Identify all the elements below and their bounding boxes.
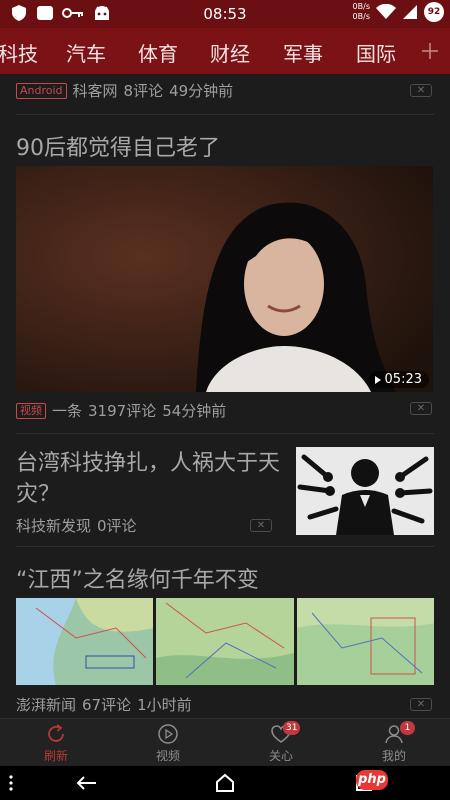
video-duration: 05:23 <box>368 371 429 388</box>
category-tab-tech[interactable]: 科技 <box>0 38 38 67</box>
article-source[interactable]: 科客网 <box>73 80 118 101</box>
article-source[interactable]: 澎湃新闻 <box>16 694 76 715</box>
divider <box>16 433 434 434</box>
tab-label: 刷新 <box>43 748 68 763</box>
map-image <box>156 598 294 685</box>
article-comments: 8评论 <box>123 82 164 100</box>
category-tab-world[interactable]: 国际 <box>356 38 396 67</box>
back-icon <box>76 776 96 790</box>
map-image <box>16 598 154 685</box>
home-icon <box>216 773 234 792</box>
article-comments: 3197评论 <box>88 402 157 420</box>
tab-label: 我的 <box>381 748 406 763</box>
tab-video[interactable]: 视频 <box>112 719 224 767</box>
article-tag: 视频 <box>16 402 46 419</box>
refresh-icon <box>48 723 64 742</box>
article-title[interactable]: 90后都觉得自己老了 <box>16 130 220 162</box>
more-icon <box>9 775 13 791</box>
article-time: 54分钟前 <box>162 402 227 420</box>
category-tab-auto[interactable]: 汽车 <box>66 38 106 67</box>
back-button[interactable] <box>66 771 106 795</box>
tab-label: 视频 <box>155 748 180 763</box>
play-icon <box>374 375 381 384</box>
play-circle-icon <box>158 723 178 744</box>
divider <box>16 546 434 547</box>
wifi-icon <box>376 4 396 19</box>
news-feed[interactable]: Android 科客网 8评论 49分钟前 ✕ 90后都觉得自己老了 05:23 <box>0 74 450 718</box>
map-image <box>296 598 434 685</box>
battery-indicator: 92 <box>424 2 444 22</box>
status-bar: 08:53 0B/s 0B/s 92 <box>0 0 450 28</box>
press-conference-image <box>296 447 434 535</box>
video-thumbnail[interactable]: 05:23 <box>16 166 433 392</box>
dismiss-button[interactable]: ✕ <box>250 519 272 532</box>
dismiss-button[interactable]: ✕ <box>410 698 432 711</box>
category-nav: 科技 汽车 体育 财经 军事 国际 <box>0 28 450 74</box>
article-title[interactable]: “江西”之名缘何千年不变 <box>16 562 259 594</box>
notification-badge: 31 <box>283 721 301 735</box>
tab-me[interactable]: 我的 1 <box>338 719 450 767</box>
article-meta: 澎湃新闻 67评论 1小时前 <box>16 694 192 715</box>
notification-badge: 1 <box>400 721 415 735</box>
add-category-button[interactable] <box>410 28 450 74</box>
article-title[interactable]: 台湾科技挣扎，人祸大于天灾？ <box>16 448 284 510</box>
article-source[interactable]: 一条 <box>52 400 82 421</box>
article-meta: 科技新发现 0评论 <box>16 515 137 536</box>
plus-icon <box>422 43 438 59</box>
article-time: 1小时前 <box>137 696 192 714</box>
bottom-tab-bar: 刷新 视频 关心 31 我的 1 <box>0 718 450 766</box>
tab-refresh[interactable]: 刷新 <box>0 719 112 767</box>
article-comments: 0评论 <box>97 517 137 535</box>
category-tab-military[interactable]: 军事 <box>283 38 323 67</box>
tab-follow[interactable]: 关心 31 <box>225 719 337 767</box>
signal-icon <box>403 5 417 19</box>
dismiss-button[interactable]: ✕ <box>410 402 432 415</box>
tab-label: 关心 <box>268 748 293 763</box>
duration-text: 05:23 <box>384 372 422 387</box>
article-tag: Android <box>16 82 67 99</box>
article-source[interactable]: 科技新发现 <box>16 515 91 536</box>
map-thumbnail[interactable] <box>156 598 294 685</box>
category-tab-finance[interactable]: 财经 <box>210 38 250 67</box>
article-thumbnail[interactable] <box>296 447 434 535</box>
map-thumbnail[interactable] <box>16 598 154 685</box>
home-button[interactable] <box>205 771 245 795</box>
more-button[interactable] <box>2 771 20 795</box>
image-gallery[interactable] <box>16 598 434 685</box>
article-meta: 视频 一条 3197评论 54分钟前 <box>16 400 226 421</box>
dismiss-button[interactable]: ✕ <box>410 84 432 97</box>
network-speed: 0B/s 0B/s <box>353 2 370 22</box>
net-up: 0B/s <box>352 2 370 11</box>
article-comments: 67评论 <box>82 696 132 714</box>
video-frame-image <box>16 166 433 392</box>
article-meta: Android 科客网 8评论 49分钟前 <box>16 80 233 101</box>
net-down: 0B/s <box>352 12 370 21</box>
map-thumbnail[interactable] <box>296 598 434 685</box>
category-tab-sports[interactable]: 体育 <box>138 38 178 67</box>
watermark-logo: php <box>356 770 388 790</box>
article-time: 49分钟前 <box>169 82 234 100</box>
divider <box>16 114 434 115</box>
